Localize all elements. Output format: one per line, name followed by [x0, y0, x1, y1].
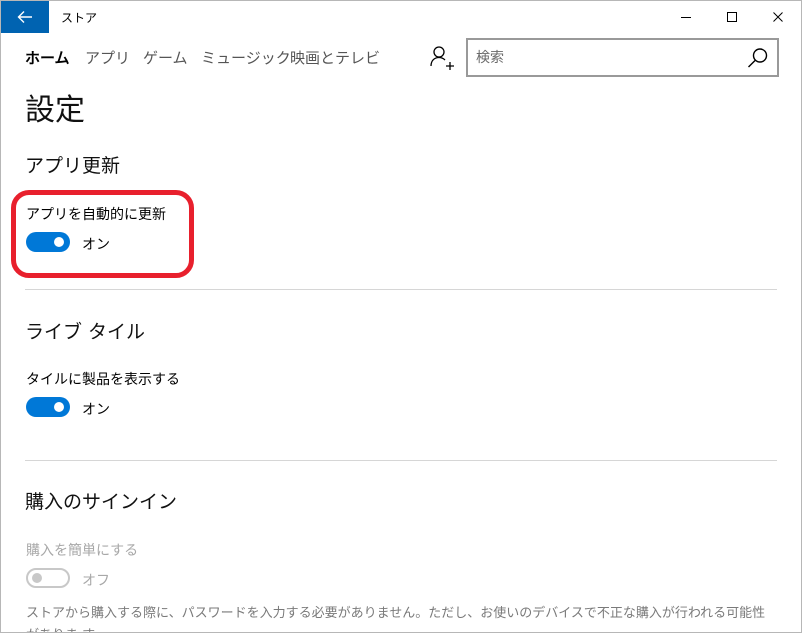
section-purchase-signin-heading: 購入のサインイン: [25, 491, 178, 513]
section-app-updates-heading: アプリ更新: [25, 155, 121, 177]
search-box[interactable]: [466, 38, 779, 77]
account-add-icon[interactable]: [429, 45, 455, 71]
minimize-button[interactable]: [663, 1, 709, 33]
divider: [25, 460, 777, 461]
search-input[interactable]: [476, 40, 736, 75]
minimize-icon: [681, 17, 691, 18]
nav-home[interactable]: ホーム: [25, 47, 70, 68]
tile-products-label: タイルに製品を表示する: [26, 372, 180, 388]
maximize-button[interactable]: [709, 1, 755, 33]
close-button[interactable]: [755, 1, 801, 33]
nav-apps[interactable]: アプリ: [85, 47, 130, 68]
nav-games[interactable]: ゲーム: [143, 47, 188, 68]
tile-products-state: オン: [82, 402, 110, 418]
maximize-icon: [727, 12, 737, 22]
back-arrow-icon: [17, 11, 32, 23]
nav-movies-tv[interactable]: 映画とテレビ: [290, 47, 380, 68]
back-button[interactable]: [1, 1, 49, 33]
tile-products-toggle[interactable]: [26, 397, 70, 417]
red-highlight-annotation: [11, 190, 194, 278]
divider: [25, 289, 777, 290]
search-icon[interactable]: [746, 46, 770, 70]
close-icon: [773, 12, 783, 22]
easy-purchase-label: 購入を簡単にする: [26, 543, 139, 559]
section-live-tile-heading: ライブ タイル: [25, 321, 146, 343]
easy-purchase-note: ストアから購入する際に、パスワードを入力する必要がありません。ただし、お使いのデ…: [26, 606, 766, 632]
store-window: ストア ホーム アプリ ゲーム ミュージック 映画とテレビ 検索 設定 アプリ更…: [0, 0, 802, 633]
window-title: ストア: [61, 11, 98, 25]
page-title: 設定: [25, 93, 85, 128]
nav-music[interactable]: ミュージック: [201, 47, 291, 68]
easy-purchase-toggle[interactable]: [26, 568, 70, 588]
easy-purchase-state: オフ: [82, 573, 110, 589]
title-bar: ストア: [1, 1, 801, 33]
